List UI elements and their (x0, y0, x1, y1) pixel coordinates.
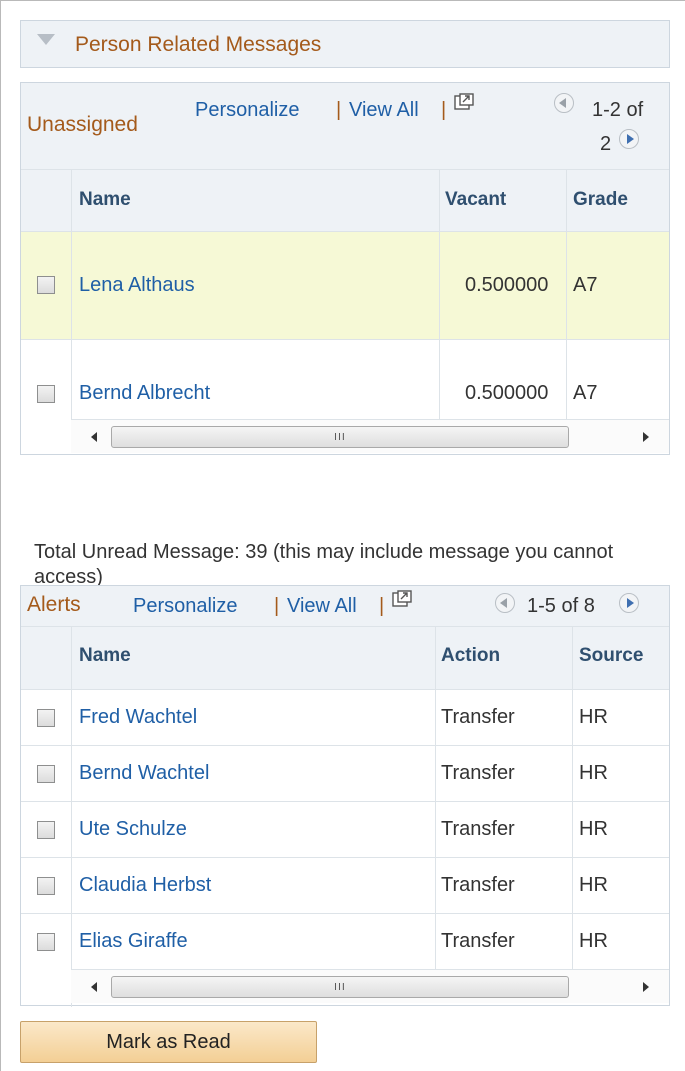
toolbar-separator: | (336, 99, 342, 121)
action-value: Transfer (441, 818, 515, 840)
unassigned-header-row: Name Vacant Grade (21, 169, 669, 231)
previous-page-icon[interactable] (495, 593, 515, 613)
grade-value: A7 (573, 382, 598, 404)
unassigned-toolbar: Unassigned Personalize | View All | 1-2 … (21, 83, 669, 169)
scroll-grip: III (334, 982, 346, 993)
action-value: Transfer (441, 930, 515, 952)
row-checkbox[interactable] (37, 877, 55, 895)
column-divider (71, 169, 72, 420)
row-checkbox[interactable] (37, 709, 55, 727)
column-divider (439, 169, 440, 419)
scroll-left-icon[interactable] (91, 982, 97, 992)
table-row[interactable]: Lena Althaus 0.500000 A7 (21, 231, 669, 339)
scroll-right-icon[interactable] (643, 982, 649, 992)
column-divider (572, 626, 573, 969)
person-name-link[interactable]: Bernd Wachtel (79, 762, 209, 785)
column-header-source[interactable]: Source (579, 645, 643, 667)
person-name-link[interactable]: Bernd Albrecht (79, 382, 210, 405)
source-value: HR (579, 706, 608, 728)
row-checkbox[interactable] (37, 821, 55, 839)
scroll-left-icon[interactable] (91, 432, 97, 442)
column-divider (71, 626, 72, 1007)
column-header-action[interactable]: Action (441, 645, 500, 667)
zoom-grid-icon[interactable] (454, 93, 474, 111)
personalize-link[interactable]: Personalize (133, 595, 238, 618)
unassigned-grid: Unassigned Personalize | View All | 1-2 … (20, 82, 670, 455)
toolbar-separator: | (379, 595, 385, 617)
toolbar-separator: | (441, 99, 447, 121)
pager-range: 1-2 of (592, 99, 644, 121)
person-name-link[interactable]: Claudia Herbst (79, 874, 211, 897)
scroll-thumb[interactable]: III (111, 976, 569, 998)
view-all-link[interactable]: View All (287, 595, 357, 618)
next-page-icon[interactable] (619, 129, 639, 149)
column-header-vacant[interactable]: Vacant (445, 189, 506, 211)
vacant-value: 0.500000 (465, 382, 549, 404)
horizontal-scrollbar[interactable]: III (71, 969, 669, 1003)
mark-as-read-button[interactable]: Mark as Read (20, 1021, 317, 1063)
scroll-thumb[interactable]: III (111, 426, 569, 448)
alerts-title: Alerts (27, 593, 81, 616)
source-value: HR (579, 930, 608, 952)
row-checkbox[interactable] (37, 933, 55, 951)
scroll-grip: III (334, 432, 346, 443)
pager-range: 1-5 of 8 (527, 595, 595, 617)
source-value: HR (579, 818, 608, 840)
action-value: Transfer (441, 762, 515, 784)
person-related-messages-header[interactable]: Person Related Messages (20, 20, 670, 68)
person-name-link[interactable]: Lena Althaus (79, 274, 195, 297)
column-header-name[interactable]: Name (79, 189, 131, 211)
source-value: HR (579, 762, 608, 784)
person-name-link[interactable]: Elias Giraffe (79, 930, 188, 953)
next-page-icon[interactable] (619, 593, 639, 613)
row-checkbox[interactable] (37, 276, 55, 294)
grade-value: A7 (573, 274, 598, 296)
column-divider (566, 169, 567, 419)
toolbar-separator: | (274, 595, 280, 617)
alerts-grid: Alerts Personalize | View All | 1-5 of 8… (20, 585, 670, 1007)
person-name-link[interactable]: Ute Schulze (79, 818, 187, 841)
horizontal-scrollbar[interactable]: III (71, 419, 669, 453)
row-checkbox[interactable] (37, 765, 55, 783)
action-value: Transfer (441, 874, 515, 896)
table-row[interactable]: Bernd Albrecht 0.500000 A7 (21, 339, 669, 419)
collapse-triangle-icon[interactable] (37, 34, 55, 45)
column-divider (435, 626, 436, 969)
action-value: Transfer (441, 706, 515, 728)
pager-total: 2 (600, 133, 612, 155)
zoom-grid-icon[interactable] (392, 590, 412, 608)
column-header-grade[interactable]: Grade (573, 189, 628, 211)
view-all-link[interactable]: View All (349, 99, 419, 122)
column-header-name[interactable]: Name (79, 645, 131, 667)
alerts-toolbar: Alerts Personalize | View All | 1-5 of 8 (21, 586, 669, 626)
personalize-link[interactable]: Personalize (195, 99, 300, 122)
vacant-value: 0.500000 (465, 274, 549, 296)
unread-message-note: Total Unread Message: 39 (this may inclu… (34, 541, 614, 588)
section-title: Person Related Messages (75, 33, 322, 56)
unassigned-title: Unassigned (27, 113, 138, 136)
source-value: HR (579, 874, 608, 896)
scroll-right-icon[interactable] (643, 432, 649, 442)
person-name-link[interactable]: Fred Wachtel (79, 706, 197, 729)
previous-page-icon[interactable] (554, 93, 574, 113)
row-checkbox[interactable] (37, 385, 55, 403)
